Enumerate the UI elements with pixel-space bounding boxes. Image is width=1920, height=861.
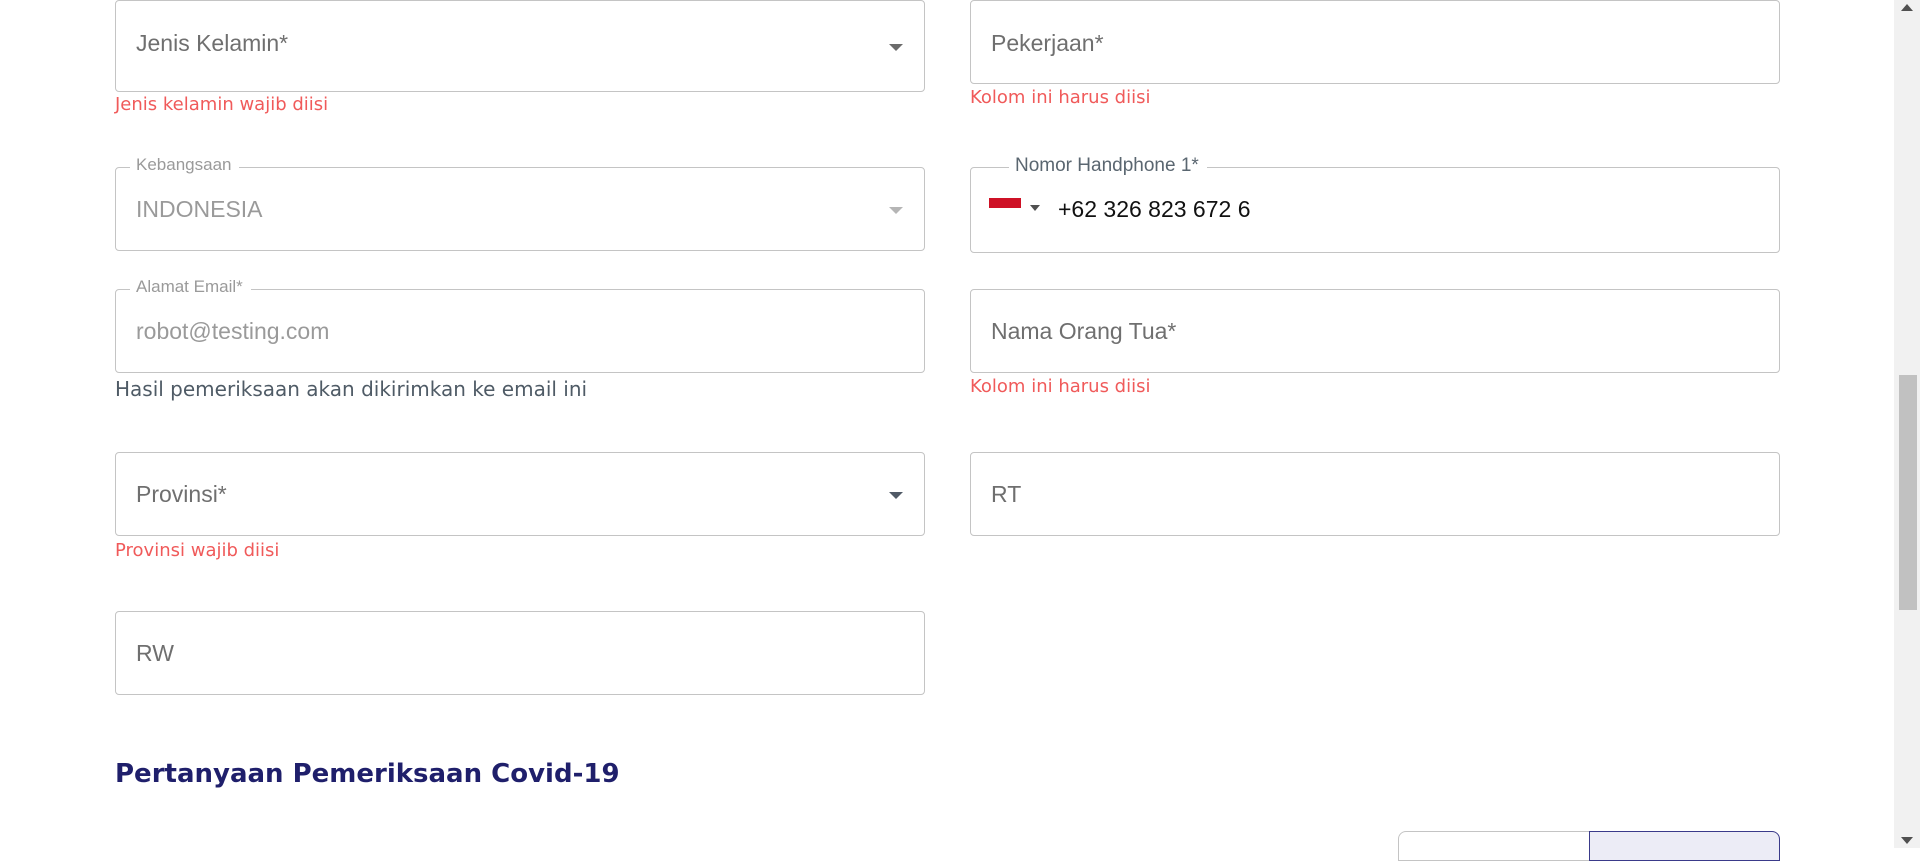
email-label: Alamat Email* bbox=[130, 277, 251, 297]
province-error: Provinsi wajib diisi bbox=[115, 540, 280, 561]
answer-option-left[interactable] bbox=[1398, 831, 1590, 861]
answer-option-right[interactable] bbox=[1589, 831, 1780, 861]
parent-name-placeholder: Nama Orang Tua* bbox=[991, 318, 1177, 344]
parent-name-input[interactable]: Nama Orang Tua* bbox=[970, 289, 1780, 373]
gender-error: Jenis kelamin wajib diisi bbox=[115, 94, 329, 115]
page-scrollbar[interactable] bbox=[1894, 0, 1920, 848]
phone-label: Nomor Handphone 1* bbox=[1009, 155, 1207, 177]
email-input[interactable]: Alamat Email* robot@testing.com bbox=[115, 277, 925, 373]
nationality-label: Kebangsaan bbox=[130, 155, 240, 175]
rw-placeholder: RW bbox=[136, 640, 174, 666]
parent-name-error: Kolom ini harus diisi bbox=[970, 376, 1151, 397]
rt-input[interactable]: RT bbox=[970, 452, 1780, 536]
occupation-input[interactable]: Pekerjaan* bbox=[970, 0, 1780, 84]
nationality-select[interactable]: Kebangsaan INDONESIA bbox=[115, 155, 925, 251]
indonesia-flag-icon bbox=[989, 198, 1021, 218]
scrollbar-thumb[interactable] bbox=[1899, 375, 1917, 610]
chevron-down-icon bbox=[889, 492, 903, 499]
scroll-down-icon[interactable] bbox=[1901, 837, 1913, 844]
phone-input[interactable]: Nomor Handphone 1* +62 326 823 672 6 bbox=[970, 155, 1780, 253]
gender-placeholder: Jenis Kelamin* bbox=[136, 30, 289, 56]
gender-select[interactable]: Jenis Kelamin* bbox=[115, 0, 925, 92]
scroll-up-icon[interactable] bbox=[1901, 4, 1913, 11]
rt-placeholder: RT bbox=[991, 481, 1022, 507]
province-placeholder: Provinsi* bbox=[136, 481, 227, 507]
occupation-placeholder: Pekerjaan* bbox=[991, 30, 1104, 56]
country-dropdown-icon[interactable] bbox=[1030, 205, 1040, 211]
chevron-down-icon bbox=[889, 207, 903, 214]
nationality-value: INDONESIA bbox=[136, 196, 263, 222]
section-title: Pertanyaan Pemeriksaan Covid-19 bbox=[115, 759, 620, 789]
email-help-text: Hasil pemeriksaan akan dikirimkan ke ema… bbox=[115, 377, 588, 401]
occupation-error: Kolom ini harus diisi bbox=[970, 87, 1151, 108]
phone-value: +62 326 823 672 6 bbox=[1058, 196, 1251, 222]
chevron-down-icon bbox=[889, 44, 903, 51]
province-select[interactable]: Provinsi* bbox=[115, 452, 925, 536]
rw-input[interactable]: RW bbox=[115, 611, 925, 695]
email-value: robot@testing.com bbox=[136, 318, 330, 344]
